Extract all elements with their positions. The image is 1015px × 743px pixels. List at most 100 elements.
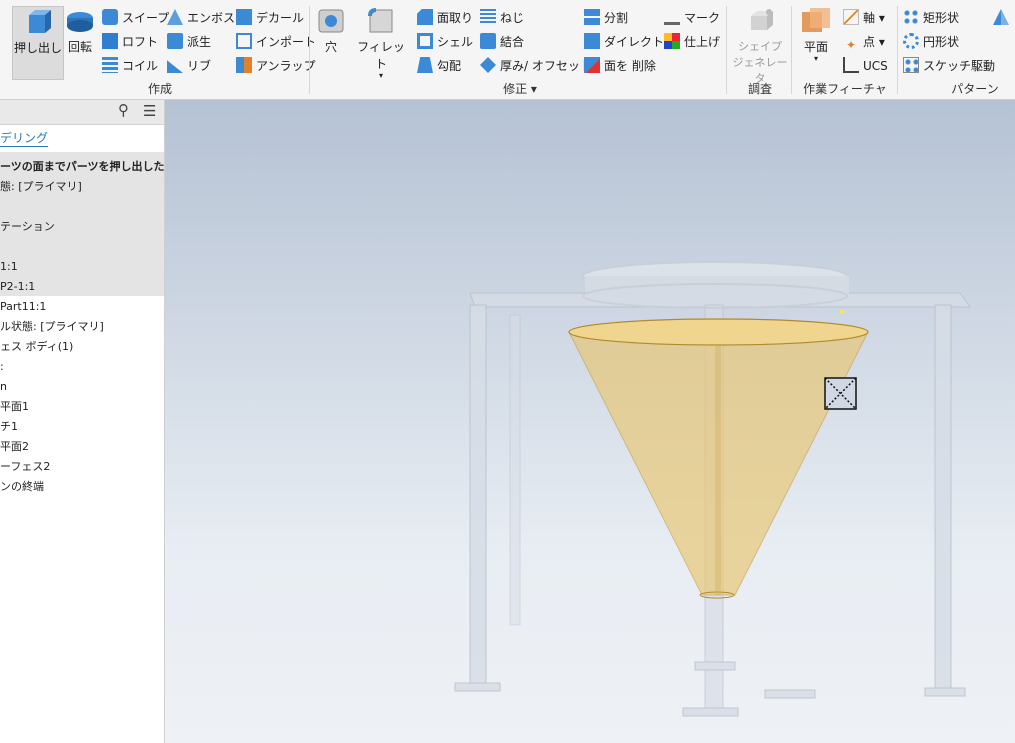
delete-face-button[interactable]: 面を 削除: [584, 56, 656, 76]
tree-row[interactable]: 態: [プライマリ]: [0, 178, 82, 196]
plane-label: 平面: [803, 40, 828, 54]
circular-pattern-button[interactable]: 円形状: [903, 32, 959, 52]
draft-icon: [417, 57, 433, 73]
tree-row[interactable]: ェス ボディ(1): [0, 338, 73, 356]
mark-button[interactable]: マーク: [664, 8, 720, 28]
sweep-label: スイープ: [122, 11, 170, 25]
hole-label: 穴: [324, 40, 337, 54]
revolve-button[interactable]: 回転: [62, 6, 98, 55]
modify-group-label[interactable]: 修正 ▾: [480, 80, 560, 97]
circular-pattern-label: 円形状: [923, 35, 960, 49]
chamfer-icon: [417, 9, 433, 25]
point-button[interactable]: ✦ 点 ▾: [843, 32, 885, 52]
tab-modeling[interactable]: デリング: [0, 129, 49, 147]
menu-icon[interactable]: ☰: [143, 102, 156, 120]
combine-button[interactable]: 結合: [480, 32, 524, 52]
import-icon: [236, 33, 252, 49]
rectangular-pattern-button[interactable]: 矩形状: [903, 8, 959, 28]
point-marker: [840, 310, 844, 314]
ucs-button[interactable]: UCS: [843, 56, 888, 76]
draft-button[interactable]: 勾配: [417, 56, 461, 76]
loft-button[interactable]: ロフト: [102, 32, 158, 52]
shape-generator-button[interactable]: シェイプ ジェネレータ: [731, 6, 789, 86]
split-button[interactable]: 分割: [584, 8, 628, 28]
fillet-icon: [368, 8, 393, 33]
shape-generator-icon: [751, 9, 773, 30]
finish-icon: [664, 33, 680, 49]
thicken-button[interactable]: 厚み/ オフセット: [480, 56, 592, 76]
shell-button[interactable]: シェル: [417, 32, 473, 52]
unwrap-icon: [236, 57, 252, 73]
chamfer-button[interactable]: 面取り: [417, 8, 473, 28]
shell-icon: [417, 33, 433, 49]
emboss-label: エンボス: [187, 11, 236, 25]
direct-button[interactable]: ダイレクト: [584, 32, 664, 52]
emboss-icon: [167, 9, 183, 25]
tree-row[interactable]: 1:1: [0, 258, 18, 276]
tree-row[interactable]: 平面1: [0, 398, 29, 416]
thread-button[interactable]: ねじ: [480, 8, 524, 28]
split-label: 分割: [604, 11, 629, 25]
tree-row[interactable]: :: [0, 358, 4, 376]
tree-row[interactable]: ンの終端: [0, 478, 44, 496]
hole-button[interactable]: 穴: [313, 6, 349, 55]
separator: [726, 6, 727, 94]
delete-face-icon: [584, 57, 600, 73]
direct-icon: [584, 33, 600, 49]
sketch-driven-pattern-button[interactable]: スケッチ駆動: [903, 56, 995, 76]
extrude-button[interactable]: 押し出し: [12, 6, 64, 80]
axis-label: 軸: [863, 11, 876, 25]
finish-label: 仕上げ: [684, 35, 721, 49]
tree-row[interactable]: P2-1:1: [0, 278, 35, 296]
emboss-button[interactable]: エンボス: [167, 8, 235, 28]
hole-icon: [318, 9, 344, 33]
dropdown-arrow-icon: ▾: [530, 82, 537, 96]
loft-label: ロフト: [122, 35, 159, 49]
unwrap-button[interactable]: アンラップ: [236, 56, 316, 76]
shell-label: シェル: [437, 35, 474, 49]
tree-row[interactable]: ーフェス2: [0, 458, 50, 476]
fillet-button[interactable]: フィレット ▾: [357, 6, 405, 80]
browser-toolbar: ⚲ ☰: [0, 100, 164, 125]
tree-row[interactable]: ーツの面までパーツを押し出しため: [0, 158, 164, 176]
derive-button[interactable]: 派生: [167, 32, 211, 52]
revolve-label: 回転: [67, 40, 92, 54]
coil-button[interactable]: コイル: [102, 56, 158, 76]
point-icon: ✦: [845, 38, 857, 52]
tree-row[interactable]: チ1: [0, 418, 18, 436]
graphics-viewport[interactable]: [165, 100, 1015, 743]
rib-button[interactable]: リブ: [167, 56, 211, 76]
decal-button[interactable]: デカール: [236, 8, 304, 28]
model-view: [454, 261, 971, 717]
tree-row[interactable]: テーション: [0, 218, 55, 236]
import-button[interactable]: インポート: [236, 32, 316, 52]
coil-icon: [102, 57, 118, 73]
finish-button[interactable]: 仕上げ: [664, 32, 720, 52]
split-icon: [584, 9, 600, 25]
plane-button[interactable]: 平面 ▾: [797, 6, 835, 63]
ribbon: 押し出し 回転 スイープ ロフト コイル エンボス 派生 リブ デカール インポ…: [0, 0, 1015, 100]
ucs-icon: [843, 57, 859, 73]
tree-row[interactable]: ル状態: [プライマリ]: [0, 318, 104, 336]
mirror-icon: [993, 9, 1009, 25]
axis-button[interactable]: 軸 ▾: [843, 8, 885, 28]
extrude-label: 押し出し: [13, 41, 62, 55]
tree-row[interactable]: n: [0, 378, 7, 396]
search-icon[interactable]: ⚲: [118, 101, 129, 119]
sweep-button[interactable]: スイープ: [102, 8, 169, 28]
explore-group-label: 調査: [747, 82, 772, 96]
point-label: 点: [863, 35, 876, 49]
rectangular-pattern-label: 矩形状: [923, 11, 960, 25]
plane-icon: [802, 8, 830, 32]
create-group-label: 作成: [147, 82, 172, 96]
thicken-icon: [480, 57, 496, 73]
separator: [897, 6, 898, 94]
mirror-button[interactable]: [993, 8, 1013, 28]
tree-row[interactable]: 平面2: [0, 438, 29, 456]
extrude-icon: [29, 10, 51, 33]
ucs-label: UCS: [863, 59, 888, 73]
separator: [309, 6, 310, 94]
tree-row[interactable]: Part11:1: [0, 298, 46, 316]
modify-group-text: 修正: [503, 82, 528, 96]
derive-icon: [167, 33, 183, 49]
